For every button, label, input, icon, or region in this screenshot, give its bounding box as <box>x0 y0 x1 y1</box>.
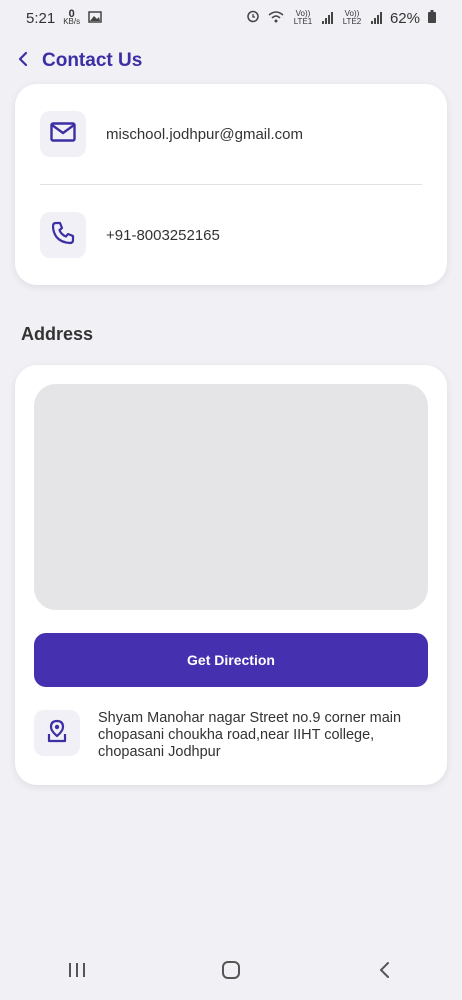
phone-text[interactable]: +91-8003252165 <box>106 227 220 244</box>
status-bar: 5:21 0 KB/s Vo)) LTE1 Vo)) LTE2 62% <box>0 0 462 36</box>
status-time: 5:21 <box>26 9 56 27</box>
email-text[interactable]: mischool.jodhpur@gmail.com <box>106 126 303 143</box>
alarm-icon <box>246 9 260 27</box>
divider <box>40 184 422 185</box>
network-speed: 0 KB/s <box>63 9 81 26</box>
mail-icon <box>50 121 76 147</box>
system-nav-bar <box>0 944 462 1000</box>
map-placeholder[interactable] <box>34 384 428 610</box>
page-title: Contact Us <box>42 50 143 71</box>
image-icon <box>88 10 102 27</box>
address-text: Shyam Manohar nagar Street no.9 corner m… <box>98 710 402 760</box>
wifi-icon <box>268 10 284 27</box>
lte1-label: Vo)) LTE1 <box>293 9 313 26</box>
get-direction-button[interactable]: Get Direction <box>34 633 428 687</box>
battery-percentage: 62% <box>389 9 420 27</box>
address-heading: Address <box>21 324 94 344</box>
home-button[interactable] <box>211 952 251 992</box>
recent-apps-icon <box>67 961 87 984</box>
home-icon <box>221 960 241 985</box>
phone-icon <box>51 221 75 250</box>
signal-1-icon <box>321 12 333 24</box>
recent-apps-button[interactable] <box>57 952 97 992</box>
email-row[interactable]: mischool.jodhpur@gmail.com <box>40 111 303 157</box>
nav-back-button[interactable] <box>365 952 405 992</box>
signal-2-icon <box>370 12 382 24</box>
status-left: 5:21 0 KB/s <box>26 9 102 27</box>
phone-row[interactable]: +91-8003252165 <box>40 212 220 258</box>
contact-card: mischool.jodhpur@gmail.com +91-800325216… <box>15 84 447 285</box>
address-card: Get Direction Shyam Manohar nagar Street… <box>15 365 447 785</box>
back-button[interactable] <box>12 50 34 72</box>
speed-unit: KB/s <box>63 17 81 26</box>
email-icon-box <box>40 111 86 157</box>
app-header: Contact Us <box>12 44 142 78</box>
lte2-label: Vo)) LTE2 <box>342 9 362 26</box>
address-row: Shyam Manohar nagar Street no.9 corner m… <box>34 710 418 761</box>
status-right: Vo)) LTE1 Vo)) LTE2 62% <box>246 9 436 27</box>
chevron-left-icon <box>16 51 30 72</box>
location-pin-icon <box>46 719 68 748</box>
back-icon <box>378 961 392 984</box>
battery-icon <box>428 9 436 27</box>
location-icon-box <box>34 710 80 756</box>
phone-icon-box <box>40 212 86 258</box>
